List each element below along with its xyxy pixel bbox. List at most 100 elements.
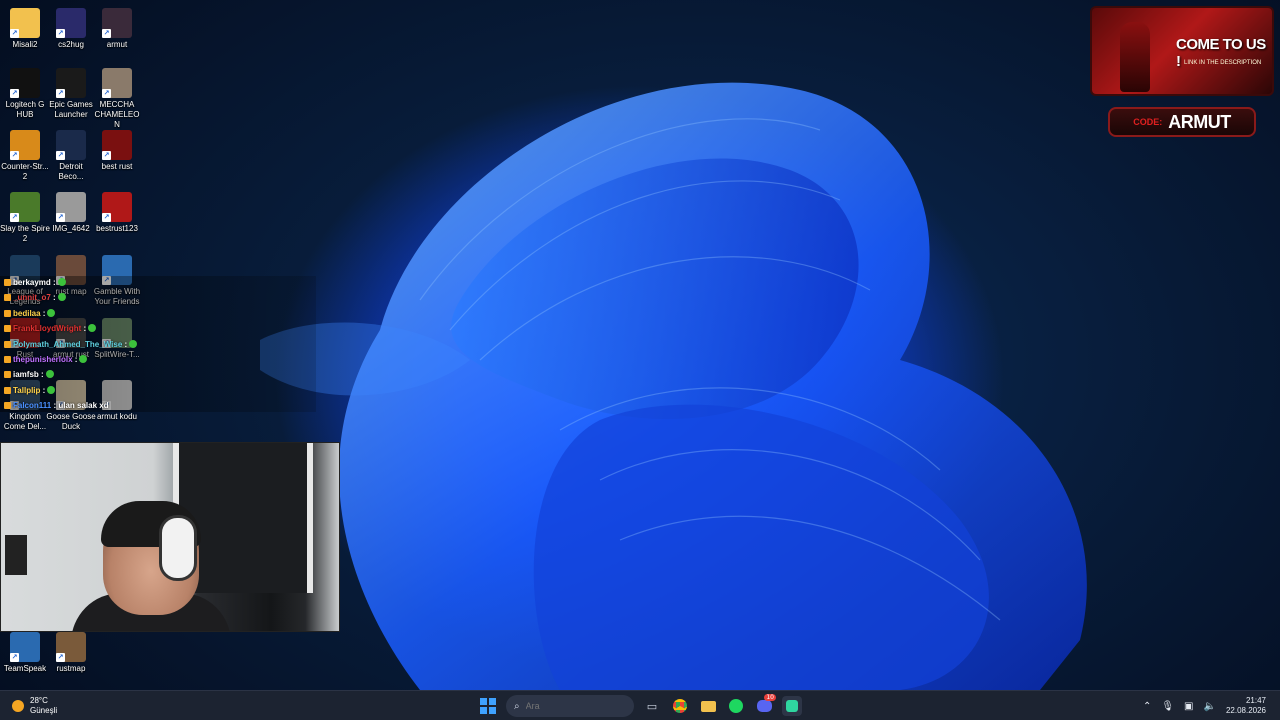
desktop-icon-counter-str-2[interactable]: ↗ Counter-Str... 2 xyxy=(0,130,50,182)
desktop-icon-label: IMG_4642 xyxy=(52,224,90,233)
desktop-icon-label: bestrust123 xyxy=(96,224,138,233)
desktop-icon-epic-games-launcher[interactable]: ↗ Epic Games Launcher xyxy=(46,68,96,120)
chat-text: : xyxy=(53,293,56,303)
detroit-icon: ↗ xyxy=(56,130,86,160)
code-value: ARMUT xyxy=(1168,111,1231,132)
desktop-icon-label: Kingdom Come Del... xyxy=(3,412,47,431)
discord-badge: 10 xyxy=(764,694,776,701)
shortcut-arrow-icon: ↗ xyxy=(102,29,111,38)
chat-username: FrankLloydWright xyxy=(13,324,84,334)
task-view-icon: ▭ xyxy=(646,699,658,713)
chat-emote-icon xyxy=(129,339,138,348)
chat-emote-icon xyxy=(47,385,56,394)
desktop-icon-bestrust123[interactable]: ↗ bestrust123 xyxy=(92,192,142,234)
chat-emote-icon xyxy=(79,355,88,363)
volume-icon[interactable]: 🔈 xyxy=(1204,701,1216,712)
discord-button[interactable]: 10 xyxy=(754,694,776,716)
chevron-up-icon[interactable]: ⌃ xyxy=(1143,701,1151,712)
headset-icon xyxy=(159,515,197,581)
chat-emote-icon xyxy=(57,278,66,286)
chat-badge-icon xyxy=(4,325,11,333)
start-button[interactable] xyxy=(478,696,498,716)
shortcut-arrow-icon: ↗ xyxy=(56,653,65,662)
chat-text: : xyxy=(53,278,56,287)
desktop-icon-label: Counter-Str... 2 xyxy=(1,162,49,181)
chat-badge-icon xyxy=(4,279,11,286)
desktop-icon-label: TeamSpeak xyxy=(3,664,47,673)
shortcut-arrow-icon: ↗ xyxy=(10,213,19,222)
chat-text: : xyxy=(42,308,46,318)
chat-message: thepunisherlolx : xyxy=(4,355,88,364)
shortcut-arrow-icon: ↗ xyxy=(56,213,65,222)
sponsor-code-box: CODE: ARMUT xyxy=(1108,107,1256,137)
chat-username: bedilaa xyxy=(13,308,43,318)
desktop-icon-armut[interactable]: ↗ armut xyxy=(92,8,142,50)
microphone-icon[interactable]: 🎙 xyxy=(1161,701,1174,712)
search-input[interactable] xyxy=(525,701,606,711)
chat-badge-icon xyxy=(4,294,11,302)
teamspeak-icon: ↗ xyxy=(10,632,40,662)
desktop-icon-slay-the-spire-2[interactable]: ↗ Slay the Spire 2 xyxy=(0,192,50,244)
chat-username: Falcon111 xyxy=(13,401,54,411)
shortcut-arrow-icon: ↗ xyxy=(56,89,65,98)
chat-emote-icon xyxy=(47,308,56,317)
shortcut-arrow-icon: ↗ xyxy=(102,213,111,222)
desktop-icon-best-rust[interactable]: ↗ best rust xyxy=(92,130,142,172)
search-box[interactable]: ⌕ xyxy=(506,695,634,717)
shortcut-arrow-icon: ↗ xyxy=(10,29,19,38)
task-view-button[interactable]: ▭ xyxy=(642,696,662,716)
desktop-icon-label: Logitech G HUB xyxy=(5,100,45,119)
desktop-icon-cs2hug[interactable]: ↗ cs2hug xyxy=(46,8,96,50)
app-icon xyxy=(786,700,798,712)
image-icon: ↗ xyxy=(102,8,132,38)
desktop-icon-label: armut xyxy=(106,40,128,49)
network-icon[interactable]: ▣ xyxy=(1184,701,1193,712)
weather-widget[interactable]: 28°C Güneşli xyxy=(12,696,57,716)
chat-text: : xyxy=(42,385,46,395)
image-icon: ↗ xyxy=(102,130,132,160)
chat-badge-icon xyxy=(4,356,11,363)
desktop-icon-label: Goose Goose Duck xyxy=(46,412,96,431)
desktop-icon-label: Slay the Spire 2 xyxy=(0,224,50,243)
epic-icon: ↗ xyxy=(56,68,86,98)
chat-badge-icon xyxy=(4,371,11,379)
chat-badge-icon xyxy=(4,340,11,348)
chat-message: iamfsb : xyxy=(4,370,54,379)
chat-emote-icon xyxy=(45,370,54,379)
desktop-icon-img-4642[interactable]: ↗ IMG_4642 xyxy=(46,192,96,234)
chrome-button[interactable] xyxy=(670,696,690,716)
chat-message: Falcon111 : ulan salak xd xyxy=(4,401,109,410)
background-monitor xyxy=(5,535,27,575)
file-explorer-button[interactable] xyxy=(698,696,718,716)
shortcut-arrow-icon: ↗ xyxy=(102,151,111,160)
desktop-icon-teamspeak[interactable]: ↗ TeamSpeak xyxy=(0,632,50,674)
sun-icon xyxy=(12,700,24,712)
desktop-icon-label: cs2hug xyxy=(58,40,84,49)
chat-text: : xyxy=(74,355,78,364)
code-label: CODE: xyxy=(1133,117,1163,127)
desktop-icon-rustmap[interactable]: ↗ rustmap xyxy=(46,632,96,674)
windows-icon xyxy=(480,698,496,714)
image-icon: ↗ xyxy=(56,192,86,222)
logitech-icon: ↗ xyxy=(10,68,40,98)
chat-badge-icon xyxy=(4,402,11,410)
chat-message: FrankLloydWright : xyxy=(4,324,97,334)
shortcut-arrow-icon: ↗ xyxy=(102,89,111,98)
desktop-icon-label: Misali2 xyxy=(12,40,38,49)
clock-time: 21:47 xyxy=(1245,696,1266,705)
image-icon: ↗ xyxy=(56,8,86,38)
shortcut-arrow-icon: ↗ xyxy=(10,653,19,662)
desktop-icon-label: MECCHA CHAMELEON xyxy=(94,100,140,129)
folder-icon: ↗ xyxy=(10,8,40,38)
chat-emote-icon xyxy=(88,324,97,333)
taskbar-center: ⌕ ▭ 10 xyxy=(478,694,802,717)
spotify-button[interactable] xyxy=(726,696,746,716)
desktop-icon-logitech-g-hub[interactable]: ↗ Logitech G HUB xyxy=(0,68,50,120)
desktop-icon-detroit-beco[interactable]: ↗ Detroit Beco... xyxy=(46,130,96,182)
desktop-icon-misali2[interactable]: ↗ Misali2 xyxy=(0,8,50,50)
clock[interactable]: 21:47 22.08.2026 xyxy=(1226,696,1266,716)
active-app-button[interactable] xyxy=(782,696,802,716)
desktop-icon-label: rustmap xyxy=(56,664,86,673)
chrome-icon xyxy=(673,699,687,713)
desktop-icon-meccha-chameleon[interactable]: ↗ MECCHA CHAMELEON xyxy=(92,68,142,130)
